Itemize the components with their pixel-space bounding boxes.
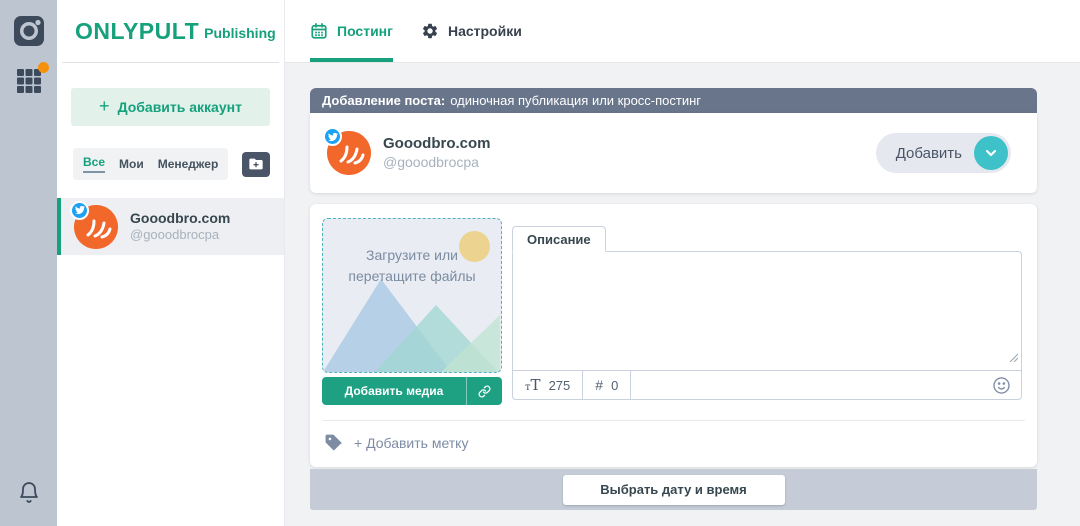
accounts-panel: ONLYPULT Publishing + Добавить аккаунт В…: [57, 0, 285, 526]
add-tag-label: + Добавить метку: [354, 435, 468, 451]
tab-posting[interactable]: Постинг: [310, 0, 393, 62]
left-rail: [0, 0, 57, 526]
add-post-button[interactable]: Добавить: [876, 133, 1011, 173]
footer-spacer: [631, 371, 992, 399]
description-textarea[interactable]: [513, 252, 1021, 370]
tab-settings-label: Настройки: [448, 23, 522, 39]
logo-product-label: Publishing: [204, 22, 276, 41]
camera-icon[interactable]: [12, 14, 46, 53]
tab-settings[interactable]: Настройки: [421, 0, 522, 62]
add-account-label: Добавить аккаунт: [118, 99, 242, 115]
twitter-badge-icon: [70, 201, 89, 220]
add-tag-button[interactable]: + Добавить метку: [310, 421, 1037, 467]
description-footer: тT 275 # 0: [513, 370, 1021, 399]
calendar-icon: [310, 22, 328, 40]
bell-icon[interactable]: [17, 481, 41, 510]
content: Добавление поста: одиночная публикация и…: [285, 63, 1080, 510]
app-root: ONLYPULT Publishing + Добавить аккаунт В…: [0, 0, 1080, 526]
post-header-rest: одиночная публикация или кросс-постинг: [450, 93, 701, 108]
dropzone-label: Загрузите или перетащите файлы: [337, 245, 487, 287]
filter-tab-my[interactable]: Мои: [119, 157, 144, 171]
tag-icon: [324, 433, 343, 452]
account-handle: @gooodbrocpa: [130, 227, 230, 243]
account-name: Gooodbro.com: [383, 135, 491, 154]
logo-wordmark: ONLYPULT: [75, 18, 199, 45]
account-text: Gooodbro.com @gooodbrocpa: [130, 210, 230, 244]
add-post-label: Добавить: [896, 145, 962, 162]
account-list-item[interactable]: Gooodbro.com @gooodbrocpa: [57, 198, 284, 255]
resize-handle[interactable]: [1009, 349, 1018, 367]
char-counter: тT 275: [513, 371, 583, 399]
account-avatar: [74, 205, 118, 249]
add-media-label: Добавить медиа: [322, 377, 466, 405]
post-account-avatar: [327, 131, 371, 175]
schedule-band: Выбрать дату и время: [310, 469, 1037, 510]
account-name: Gooodbro.com: [130, 210, 230, 228]
notification-dot: [38, 62, 49, 73]
hashtag-counter: # 0: [583, 371, 631, 399]
description-column: Описание тT: [512, 226, 1022, 405]
gear-icon: [421, 22, 439, 40]
media-dropzone[interactable]: Загрузите или перетащите файлы: [322, 218, 502, 373]
twitter-badge-icon: [323, 127, 342, 146]
char-count-value: 275: [549, 378, 571, 393]
apps-grid-icon[interactable]: [15, 67, 43, 100]
post-editor-card: Загрузите или перетащите файлы Добавить …: [310, 204, 1037, 467]
chevron-down-icon[interactable]: [974, 136, 1008, 170]
account-handle: @gooodbrocpa: [383, 154, 491, 172]
tab-posting-label: Постинг: [337, 23, 393, 39]
account-filter-tabs: Все Мои Менеджер: [73, 148, 228, 180]
text-size-icon: тT: [525, 376, 541, 394]
description-tab[interactable]: Описание: [512, 226, 606, 252]
filter-tab-all[interactable]: Все: [83, 155, 105, 173]
post-account-text: Gooodbro.com @gooodbrocpa: [383, 135, 491, 171]
add-account-button[interactable]: + Добавить аккаунт: [71, 88, 270, 126]
add-media-button[interactable]: Добавить медиа: [322, 377, 502, 405]
filter-tab-manager[interactable]: Менеджер: [158, 157, 219, 171]
hashtag-count-value: 0: [611, 378, 618, 393]
add-folder-button[interactable]: [242, 152, 270, 177]
hash-icon: #: [595, 377, 603, 393]
description-box: тT 275 # 0: [512, 251, 1022, 400]
plus-icon: +: [99, 97, 110, 117]
smiley-icon[interactable]: [992, 371, 1021, 399]
editor-top: Загрузите или перетащите файлы Добавить …: [310, 204, 1037, 405]
media-column: Загрузите или перетащите файлы Добавить …: [322, 218, 502, 405]
post-header-bold: Добавление поста:: [322, 93, 445, 108]
link-icon[interactable]: [466, 377, 502, 405]
logo: ONLYPULT Publishing: [62, 0, 279, 63]
account-card: Gooodbro.com @gooodbrocpa Добавить: [310, 113, 1037, 193]
main-area: Постинг Настройки Добавление поста: один…: [285, 0, 1080, 526]
account-filter-row: Все Мои Менеджер: [73, 148, 270, 180]
main-tabs: Постинг Настройки: [285, 0, 1080, 63]
choose-date-button[interactable]: Выбрать дату и время: [563, 475, 785, 505]
post-form-header: Добавление поста: одиночная публикация и…: [310, 88, 1037, 113]
